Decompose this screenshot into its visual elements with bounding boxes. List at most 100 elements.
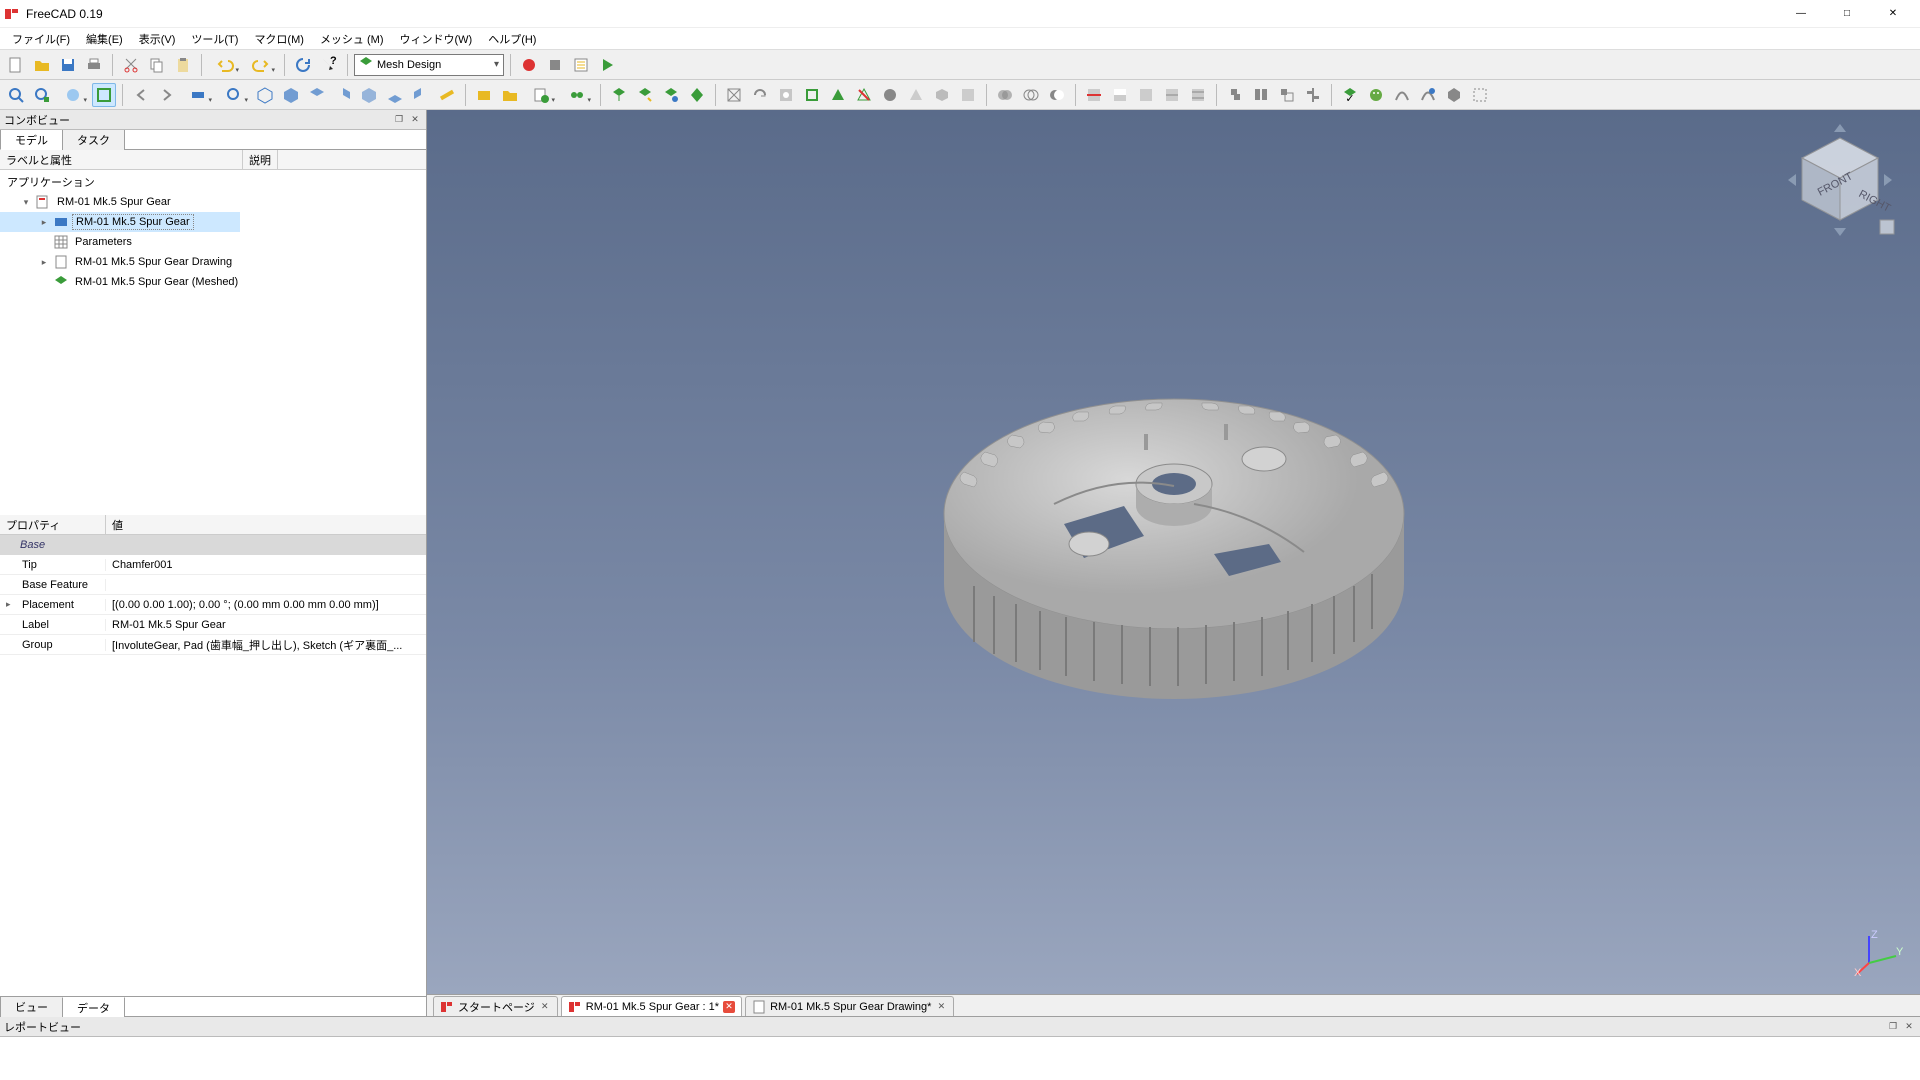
panel-close-button[interactable]: ✕ <box>408 113 422 127</box>
mesh-boolean-diff-button[interactable] <box>1045 83 1069 107</box>
right-view-button[interactable] <box>331 83 355 107</box>
mesh-cross-sections-button[interactable] <box>1186 83 1210 107</box>
save-button[interactable] <box>56 53 80 77</box>
panel-float-button[interactable]: ❐ <box>1886 1020 1900 1034</box>
macro-run-button[interactable] <box>595 53 619 77</box>
open-button[interactable] <box>30 53 54 77</box>
mesh-section-button[interactable] <box>1160 83 1184 107</box>
mesh-scale-button[interactable] <box>1275 83 1299 107</box>
panel-close-button[interactable]: ✕ <box>1902 1020 1916 1034</box>
bounding-box-button[interactable] <box>92 83 116 107</box>
mesh-decimate-button[interactable] <box>956 83 980 107</box>
isometric-button[interactable] <box>253 83 277 107</box>
macro-stop-button[interactable] <box>543 53 567 77</box>
navigation-cube[interactable]: FRONT RIGHT <box>1780 120 1900 240</box>
doc-tab-gear[interactable]: RM-01 Mk.5 Spur Gear : 1* ✕ <box>561 996 742 1016</box>
menu-view[interactable]: 表示(V) <box>131 28 184 49</box>
copy-button[interactable] <box>145 53 169 77</box>
mesh-boolean-union-button[interactable] <box>993 83 1017 107</box>
window-close-button[interactable]: ✕ <box>1870 0 1916 28</box>
mesh-trim-button[interactable] <box>1108 83 1132 107</box>
mesh-harmonize-button[interactable] <box>722 83 746 107</box>
property-row-tip[interactable]: TipChamfer001 <box>0 555 426 575</box>
mesh-face-info-button[interactable] <box>1364 83 1388 107</box>
workbench-selector[interactable]: Mesh Design <box>354 54 504 76</box>
measure-button[interactable] <box>435 83 459 107</box>
mesh-eval-button[interactable]: ✓ <box>1338 83 1362 107</box>
mesh-close-hole-button[interactable] <box>800 83 824 107</box>
tree-item-meshed[interactable]: RM-01 Mk.5 Spur Gear (Meshed) <box>0 272 426 292</box>
menu-file[interactable]: ファイル(F) <box>4 28 78 49</box>
property-row-group[interactable]: Group[InvoluteGear, Pad (歯車幅_押し出し), Sket… <box>0 635 426 655</box>
fit-all-button[interactable] <box>4 83 28 107</box>
mesh-curvature-button[interactable] <box>1390 83 1414 107</box>
tab-view-props[interactable]: ビュー <box>0 997 63 1018</box>
tree-item-drawing[interactable]: ▸ RM-01 Mk.5 Spur Gear Drawing <box>0 252 426 272</box>
model-tree[interactable]: アプリケーション ▾ RM-01 Mk.5 Spur Gear ▸ RM-01 … <box>0 170 426 515</box>
mesh-segment-button[interactable] <box>904 83 928 107</box>
mesh-import-button[interactable] <box>607 83 631 107</box>
bottom-view-button[interactable] <box>383 83 407 107</box>
report-view-body[interactable] <box>0 1037 1920 1080</box>
property-row-label[interactable]: LabelRM-01 Mk.5 Spur Gear <box>0 615 426 635</box>
property-row-basefeature[interactable]: Base Feature <box>0 575 426 595</box>
mesh-bounding-button[interactable] <box>1468 83 1492 107</box>
mesh-remove-button[interactable] <box>852 83 876 107</box>
refresh-button[interactable] <box>291 53 315 77</box>
menu-mesh[interactable]: メッシュ (M) <box>312 28 392 49</box>
macro-list-button[interactable] <box>569 53 593 77</box>
tree-document[interactable]: ▾ RM-01 Mk.5 Spur Gear <box>0 192 426 212</box>
redo-button[interactable] <box>244 53 278 77</box>
tree-item-parameters[interactable]: Parameters <box>0 232 426 252</box>
nav-back-button[interactable] <box>129 83 153 107</box>
mesh-merge-button[interactable] <box>1223 83 1247 107</box>
tab-close-button[interactable]: ✕ <box>935 1001 947 1013</box>
property-category-base[interactable]: Base <box>0 535 426 555</box>
mesh-remove-comp-button[interactable] <box>878 83 902 107</box>
nav-forward-button[interactable] <box>155 83 179 107</box>
front-view-button[interactable] <box>279 83 303 107</box>
property-col-value[interactable]: 値 <box>106 515 129 534</box>
doc-tab-start[interactable]: スタートページ ✕ <box>433 996 558 1016</box>
link-nav-button[interactable] <box>181 83 215 107</box>
mesh-trim-plane-button[interactable] <box>1134 83 1158 107</box>
mesh-split-button[interactable] <box>1249 83 1273 107</box>
macro-record-button[interactable] <box>517 53 541 77</box>
tree-item-body[interactable]: ▸ RM-01 Mk.5 Spur Gear <box>0 212 426 232</box>
menu-window[interactable]: ウィンドウ(W) <box>391 28 480 49</box>
paste-button[interactable] <box>171 53 195 77</box>
new-button[interactable] <box>4 53 28 77</box>
rear-view-button[interactable] <box>357 83 381 107</box>
mesh-cut-button[interactable] <box>1082 83 1106 107</box>
mesh-add-triangle-button[interactable] <box>826 83 850 107</box>
menu-tools[interactable]: ツール(T) <box>183 28 246 49</box>
top-view-button[interactable] <box>305 83 329 107</box>
fit-selection-button[interactable] <box>30 83 54 107</box>
tab-data-props[interactable]: データ <box>62 997 125 1018</box>
tree-col-desc[interactable]: 説明 <box>243 150 278 169</box>
print-button[interactable] <box>82 53 106 77</box>
property-col-name[interactable]: プロパティ <box>0 515 106 534</box>
mesh-curvature-info-button[interactable] <box>1416 83 1440 107</box>
mesh-smooth-button[interactable] <box>930 83 954 107</box>
whatsthis-button[interactable]: ? <box>317 53 341 77</box>
zoom-button[interactable] <box>217 83 251 107</box>
gear-model[interactable] <box>914 324 1434 744</box>
draw-style-button[interactable] <box>56 83 90 107</box>
menu-help[interactable]: ヘルプ(H) <box>480 28 544 49</box>
3d-view[interactable]: FRONT RIGHT Z Y X <box>427 110 1920 994</box>
tab-close-button[interactable]: ✕ <box>723 1001 735 1013</box>
tab-close-button[interactable]: ✕ <box>539 1001 551 1013</box>
window-minimize-button[interactable]: — <box>1778 0 1824 28</box>
link-make-button[interactable] <box>524 83 558 107</box>
mesh-align-button[interactable] <box>1301 83 1325 107</box>
group-create-button[interactable] <box>498 83 522 107</box>
left-view-button[interactable] <box>409 83 433 107</box>
mesh-fill-holes-button[interactable] <box>774 83 798 107</box>
mesh-from-shape-button[interactable] <box>659 83 683 107</box>
tree-app-root[interactable]: アプリケーション <box>0 172 426 192</box>
panel-float-button[interactable]: ❐ <box>392 113 406 127</box>
link-actions-button[interactable] <box>560 83 594 107</box>
tab-model[interactable]: モデル <box>0 129 63 150</box>
mesh-check-solid-button[interactable] <box>1442 83 1466 107</box>
